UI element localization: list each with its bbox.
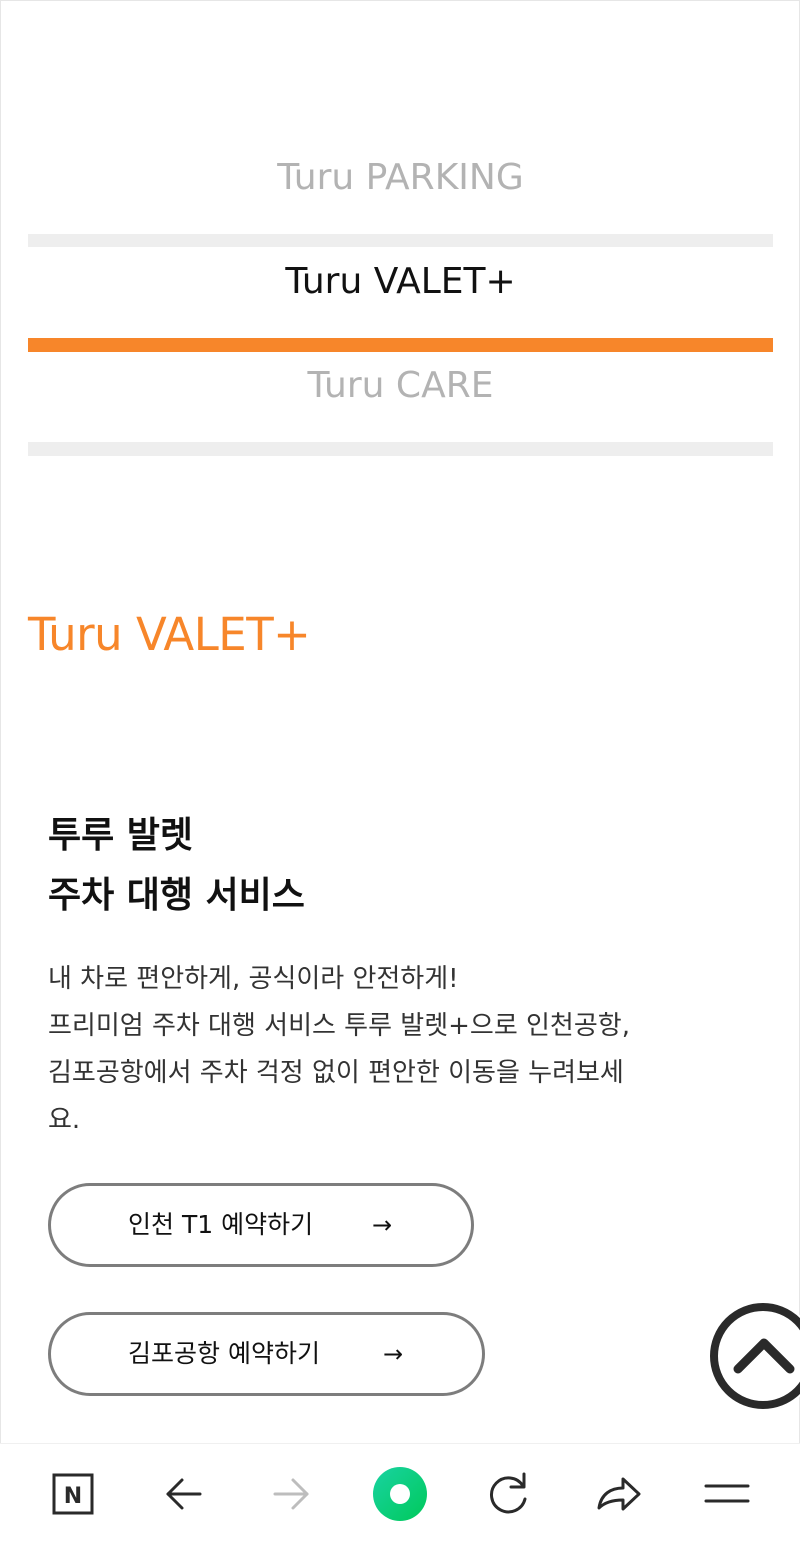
tab-turu-care[interactable]: Turu CARE: [28, 364, 773, 408]
service-title: 투루 발렛 주차 대행 서비스: [48, 806, 305, 926]
green-dot-icon: [373, 1467, 427, 1521]
tab-turu-parking[interactable]: Turu PARKING: [28, 156, 773, 200]
forward-button[interactable]: [263, 1444, 323, 1544]
naver-home-icon: N: [52, 1473, 94, 1515]
button-label: 김포공항 예약하기: [128, 1339, 320, 1368]
home-letter: N: [64, 1484, 82, 1509]
gimpo-reserve-button[interactable]: 김포공항 예약하기 →: [48, 1312, 485, 1396]
section-title: Turu VALET+: [28, 608, 311, 661]
refresh-icon: [490, 1472, 527, 1514]
tab-divider: [28, 234, 773, 247]
forward-arrow-icon: [273, 1478, 309, 1510]
description-line: 김포공항에서 주차 걱정 없이 편안한 이동을 누려보세: [48, 1058, 624, 1088]
arrow-right-icon: →: [372, 1211, 393, 1239]
service-title-line: 주차 대행 서비스: [48, 875, 305, 916]
refresh-button[interactable]: [479, 1444, 539, 1544]
back-arrow-icon: [166, 1478, 202, 1510]
green-dot-button[interactable]: [370, 1444, 430, 1544]
back-button[interactable]: [154, 1444, 214, 1544]
browser-toolbar: N: [0, 1443, 800, 1550]
share-button[interactable]: [589, 1444, 649, 1544]
service-title-line: 투루 발렛: [48, 815, 194, 856]
incheon-t1-reserve-button[interactable]: 인천 T1 예약하기 →: [48, 1183, 474, 1267]
arrow-right-icon: →: [383, 1340, 404, 1368]
description-line: 내 차로 편안하게, 공식이라 안전하게!: [48, 964, 459, 994]
description-line: 요.: [48, 1105, 81, 1135]
active-tab-indicator: [28, 338, 773, 352]
menu-icon: [704, 1484, 750, 1503]
tab-divider: [28, 442, 773, 456]
service-description: 내 차로 편안하게, 공식이라 안전하게! 프리미엄 주차 대행 서비스 투루 …: [48, 956, 708, 1144]
menu-button[interactable]: [697, 1444, 757, 1544]
chevron-up-icon: [733, 1338, 795, 1374]
tab-turu-valet[interactable]: Turu VALET+: [28, 260, 773, 304]
description-line: 프리미엄 주차 대행 서비스 투루 발렛+으로 인천공항,: [48, 1011, 630, 1041]
button-label: 인천 T1 예약하기: [128, 1210, 314, 1239]
share-icon: [597, 1477, 641, 1511]
naver-home-button[interactable]: N: [44, 1444, 104, 1544]
